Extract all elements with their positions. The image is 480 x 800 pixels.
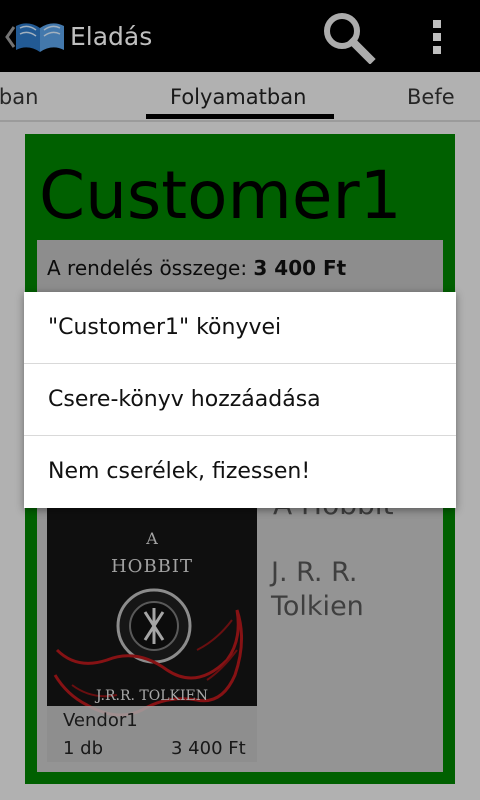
menu-item-no-exchange-pay[interactable]: Nem cserélek, fizessen! bbox=[24, 436, 456, 508]
menu-item-add-exchange-book[interactable]: Csere-könyv hozzáadása bbox=[24, 364, 456, 436]
menu-item-customer-books[interactable]: "Customer1" könyvei bbox=[24, 292, 456, 364]
menu-item-label: "Customer1" könyvei bbox=[48, 315, 282, 340]
menu-item-label: Csere-könyv hozzáadása bbox=[48, 387, 321, 412]
menu-item-label: Nem cserélek, fizessen! bbox=[48, 459, 311, 484]
context-menu: "Customer1" könyvei Csere-könyv hozzáadá… bbox=[24, 292, 456, 508]
